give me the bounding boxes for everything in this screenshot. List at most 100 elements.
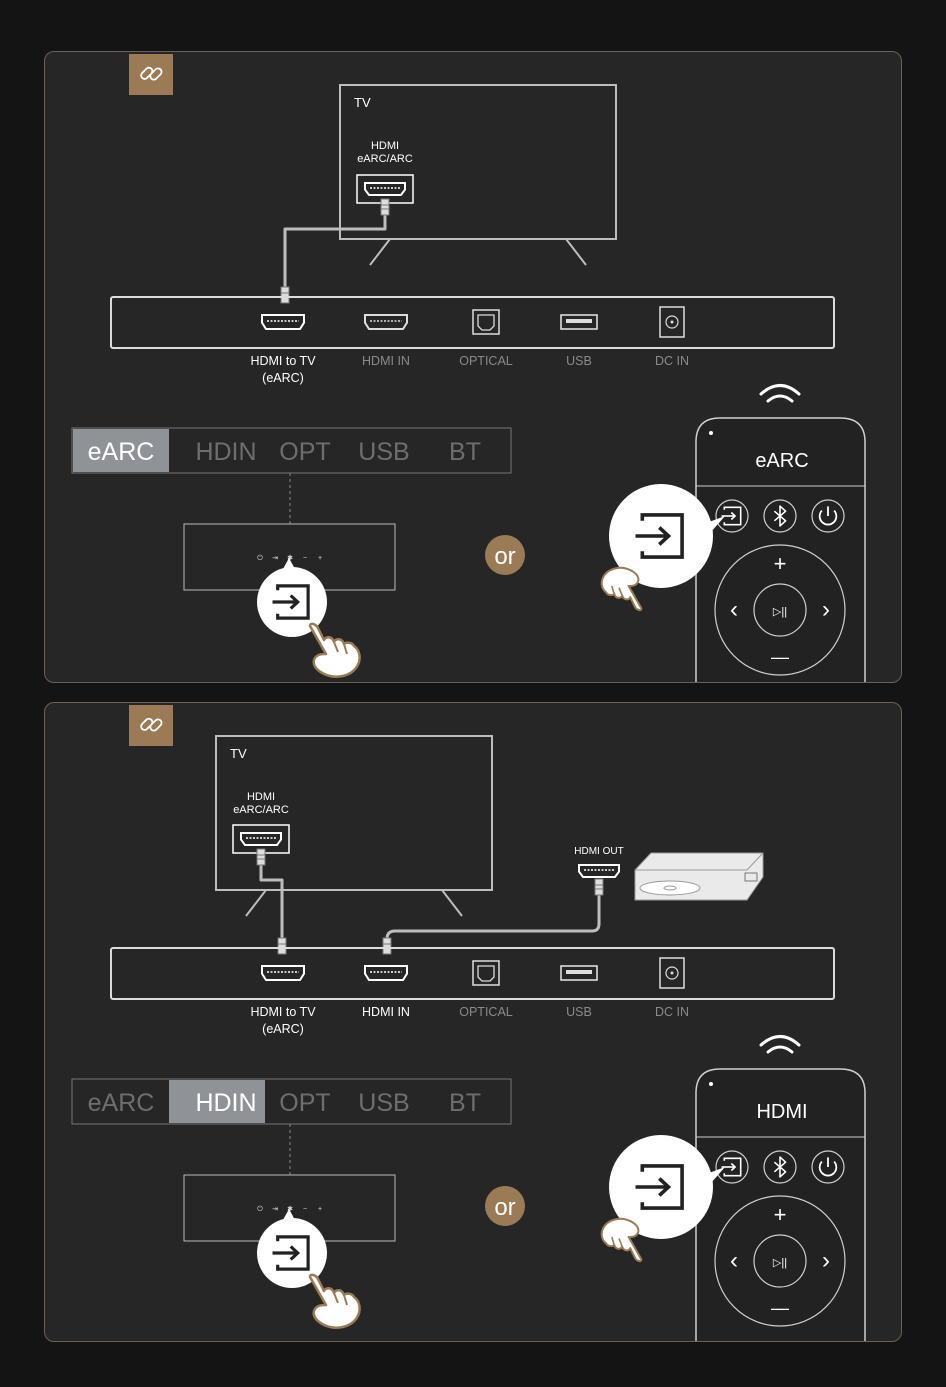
panel-button-3: − (303, 555, 307, 562)
zoom-bubble-pointer (283, 558, 295, 569)
panel-button-3: − (303, 1206, 307, 1213)
play-pause-icon: ▷|| (773, 1257, 787, 1269)
tv-label: TV (354, 95, 371, 110)
soundbar-back-panel (110, 947, 835, 1000)
plug-body (280, 286, 290, 304)
dc-port-pin (670, 971, 674, 975)
hdmi-plug-soundbar (280, 286, 290, 304)
port-label: HDMI to TV (250, 1005, 316, 1019)
port-label: OPTICAL (459, 354, 513, 368)
soundbar-hdmi-port (364, 314, 408, 330)
tv-port-label-line1: HDMI (371, 140, 399, 152)
remote-control: eARC ▷|| + — ‹ › (695, 417, 866, 682)
port-label: DC IN (655, 1005, 689, 1019)
connection-diagram: TV HDMIeARC/ARC HDMI to TV (eARC) HDMI IN OPT… (71, 54, 866, 682)
play-pause-icon: ▷|| (773, 606, 787, 618)
hdmi-cable-player (385, 890, 601, 951)
port-label: USB (566, 354, 592, 368)
tv: TV HDMIeARC/ARC (339, 84, 617, 266)
port-label: DC IN (655, 354, 689, 368)
player-hdmi-out-port (578, 864, 620, 878)
hdmi-port-outline (364, 965, 408, 981)
zoom-bubble-pointer (283, 1209, 295, 1220)
remote-display-text: HDMI (756, 1101, 807, 1123)
volume-down-icon: — (771, 1298, 789, 1318)
tv-hdmi-port (240, 832, 282, 846)
connection-diagram: TVHDMIeARC/ARCHDMI OUTHDMI to TV(eARC)HD… (71, 705, 866, 1341)
tv-stand-leg (369, 238, 391, 266)
remote-led (709, 431, 713, 435)
soundbar-back-panel (110, 296, 835, 349)
tv-port-label-line2: eARC/ARC (233, 804, 289, 816)
soundbar-hdmi-port (364, 965, 408, 981)
panel-button-0: ⏻ (257, 1205, 263, 1213)
diagram-panel-hdmi-in: TV HDMI eARC/ARC HDMI OUT HDMI to TV (eARC) HD… (44, 702, 902, 1342)
tv-stand-leg (441, 889, 463, 917)
wifi-arc-inner (766, 394, 794, 403)
port-label: HDMI IN (362, 354, 410, 368)
wireless-signal-icon (759, 384, 801, 403)
tv-port-label-line2: eARC/ARC (357, 153, 413, 165)
hdmi-port-outline (261, 965, 305, 981)
port-label: HDMI IN (362, 1005, 410, 1019)
source-tab-hdin: HDIN (195, 1089, 256, 1117)
wireless-signal-icon (759, 1035, 801, 1054)
pointing-hand-icon (600, 1217, 643, 1263)
wifi-arc-outer (759, 1035, 801, 1047)
pointing-hand-icon (308, 1273, 361, 1329)
dc-in-port (659, 306, 685, 338)
hdmi-port-outline (578, 864, 620, 878)
tv-label: TV (230, 746, 247, 761)
source-display: eARC HDIN OPT USB BT (71, 1078, 512, 1125)
hdmi-port-outline (364, 182, 406, 196)
hdmi-port-outline (261, 314, 305, 330)
source-tab-opt: OPT (279, 438, 330, 466)
tv: TV HDMIeARC/ARC (215, 735, 493, 917)
hand-shape (308, 1273, 361, 1329)
diagram-panel-earc: TV HDMI eARC/ARC HDMI to TV (eARC) HDMI IN OPT… (44, 51, 902, 683)
port-label: USB (566, 1005, 592, 1019)
previous-icon: ‹ (730, 1247, 738, 1274)
link-icon (129, 54, 173, 95)
player-disc (639, 880, 701, 896)
tv-stand-leg (245, 889, 267, 917)
or-label: or (494, 1194, 515, 1221)
usb-port-tongue (566, 319, 592, 323)
wifi-arc-inner (766, 1045, 794, 1054)
optical-port (472, 960, 500, 986)
hdmi-plug-hdmi-in (382, 937, 392, 955)
player-port-label: HDMI OUT (574, 846, 623, 857)
remote-display-text: eARC (755, 450, 808, 472)
plug-body (382, 937, 392, 955)
blu-ray-player (634, 852, 764, 901)
tv-hdmi-port (364, 182, 406, 196)
next-icon: › (822, 1247, 830, 1274)
source-tab-usb: USB (358, 438, 409, 466)
plug-body (380, 198, 390, 216)
remote-led (709, 1082, 713, 1086)
hdmi-port-outline (240, 832, 282, 846)
hdmi-plug-soundbar (277, 937, 287, 955)
source-tab-opt: OPT (279, 1089, 330, 1117)
panel-button-1: ⇥ (272, 1206, 278, 1213)
hdmi-cable-tv (259, 858, 284, 950)
volume-up-icon: + (774, 1202, 787, 1227)
pointing-hand-icon (600, 566, 643, 612)
panel-button-4: + (318, 555, 322, 562)
optical-port (472, 309, 500, 335)
plug-body (594, 878, 604, 896)
link-icon (129, 705, 173, 746)
soundbar-hdmi-port (261, 965, 305, 981)
hdmi-port-outline (364, 314, 408, 330)
optical-port-socket (477, 965, 495, 982)
volume-down-icon: — (771, 647, 789, 667)
panel-button-0: ⏻ (257, 554, 263, 562)
tv-port-label-line1: HDMI (247, 791, 275, 803)
hdmi-plug-tv (256, 848, 266, 866)
source-display: eARC HDIN OPT USB BT (71, 427, 512, 474)
pointing-hand-icon (308, 622, 361, 678)
source-tab-usb: USB (358, 1089, 409, 1117)
hdmi-plug-player (594, 878, 604, 896)
panel-button-4: + (318, 1206, 322, 1213)
panel-button-1: ⇥ (272, 555, 278, 562)
